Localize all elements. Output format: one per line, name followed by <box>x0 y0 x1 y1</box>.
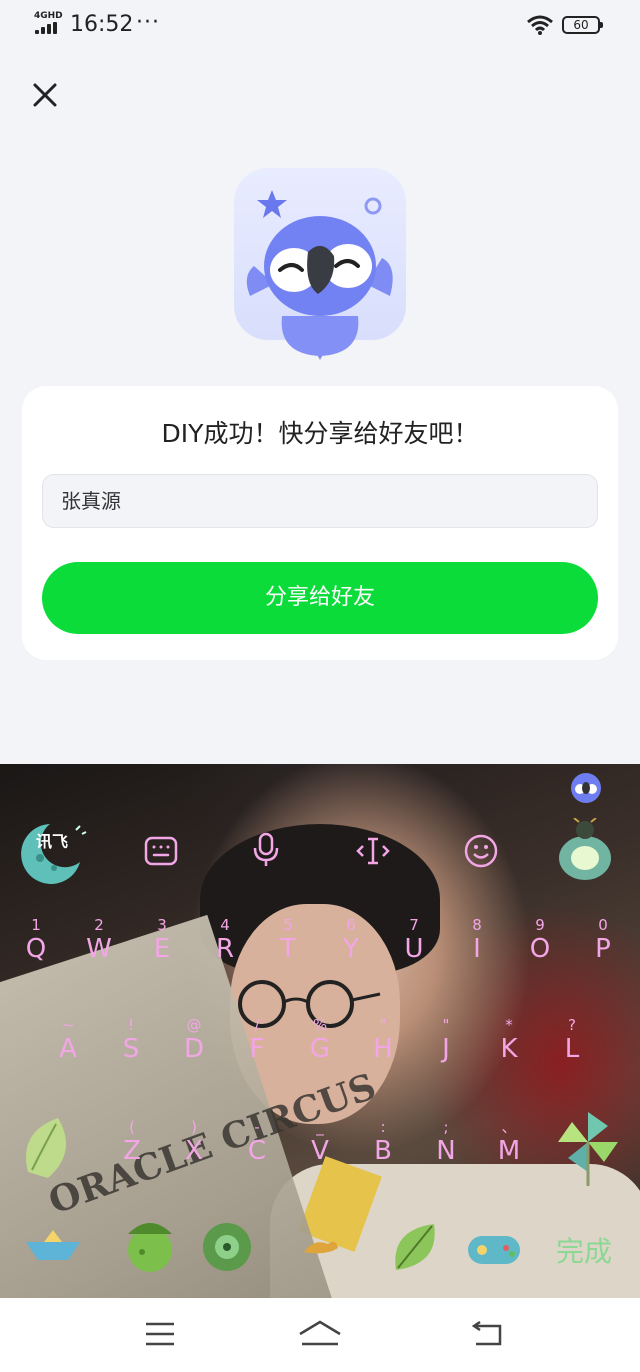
key-e[interactable]: 3E <box>130 916 194 964</box>
cursor-icon[interactable] <box>356 836 390 866</box>
key-u[interactable]: 7U <box>382 916 446 964</box>
share-to-friend-button[interactable]: 分享给好友 <box>42 562 598 634</box>
battery-icon: 60 <box>562 16 603 34</box>
number-acorn-icon[interactable] <box>122 1212 178 1274</box>
language-switch-icon[interactable] <box>200 1220 254 1274</box>
key-t[interactable]: 5T <box>256 916 320 964</box>
mascot-image <box>234 168 406 360</box>
more-notifications-icon: ··· <box>136 10 160 35</box>
status-bar: 4GHD 16:52 ··· 60 <box>0 0 640 52</box>
wifi-icon <box>527 15 553 35</box>
firefly-skin-icon[interactable] <box>554 818 616 884</box>
network-type: 4GHD <box>34 11 63 21</box>
key-r[interactable]: 4R <box>193 916 257 964</box>
shift-leaf-icon[interactable] <box>18 1112 82 1182</box>
punctuation-leaf-icon[interactable] <box>390 1220 440 1276</box>
key-p[interactable]: 0P <box>571 916 635 964</box>
key-a[interactable]: ~ A <box>36 1016 100 1064</box>
key-k[interactable]: * K <box>477 1016 541 1064</box>
iflytek-moon-logo[interactable]: 讯飞 <box>10 818 88 884</box>
key-j[interactable]: " J <box>414 1016 478 1064</box>
key-i[interactable]: 8I <box>445 916 509 964</box>
microphone-icon[interactable] <box>252 832 280 868</box>
key-y[interactable]: 6Y <box>319 916 383 964</box>
navigation-bar <box>0 1298 640 1372</box>
menu-icon[interactable] <box>144 1320 176 1348</box>
key-n[interactable]: ; N <box>414 1118 478 1166</box>
home-icon[interactable] <box>298 1320 342 1348</box>
key-v[interactable]: _ V <box>288 1118 352 1166</box>
back-icon[interactable] <box>470 1320 506 1348</box>
key-w[interactable]: 2W <box>67 916 131 964</box>
space-squirrel-icon[interactable] <box>300 1234 340 1256</box>
close-icon[interactable] <box>30 80 60 110</box>
success-title: DIY成功！快分享给好友吧！ <box>161 419 479 448</box>
clock: 16:52 <box>70 12 134 37</box>
symbols-boat-icon[interactable] <box>24 1228 82 1264</box>
key-h[interactable]: " H <box>351 1016 415 1064</box>
key-o[interactable]: 9O <box>508 916 572 964</box>
backspace-pinwheel-icon[interactable] <box>556 1108 620 1188</box>
key-x[interactable]: ) X <box>162 1118 226 1166</box>
key-z[interactable]: (Z <box>100 1118 164 1166</box>
done-button[interactable]: 完成 <box>556 1230 612 1270</box>
keyboard: ORACLE CIRCUS 讯飞 1Q 2 W 3 E 4 R 5 T 6 Y … <box>0 764 640 1298</box>
key-d[interactable]: @ D <box>162 1016 226 1064</box>
key-g[interactable]: % G <box>288 1016 352 1064</box>
gamepad-icon[interactable] <box>466 1228 522 1268</box>
emoji-icon[interactable] <box>464 834 498 868</box>
key-c[interactable]: -C <box>225 1118 289 1166</box>
key-f[interactable]: / F <box>225 1016 289 1064</box>
key-m[interactable]: 、 M <box>477 1118 541 1166</box>
keyboard-icon[interactable] <box>144 834 178 868</box>
key-b[interactable]: :B <box>351 1118 415 1166</box>
key-s[interactable]: ! S <box>99 1016 163 1064</box>
key-q[interactable]: 1Q <box>4 916 68 964</box>
name-input[interactable]: 张真源 <box>42 474 598 528</box>
iflytek-brand-label: 讯飞 <box>36 832 69 851</box>
keyboard-mascot-icon[interactable] <box>570 772 602 804</box>
key-l[interactable]: ? L <box>540 1016 604 1064</box>
share-card: DIY成功！快分享给好友吧！ 张真源 分享给好友 <box>22 386 618 660</box>
signal-icon <box>35 22 61 34</box>
